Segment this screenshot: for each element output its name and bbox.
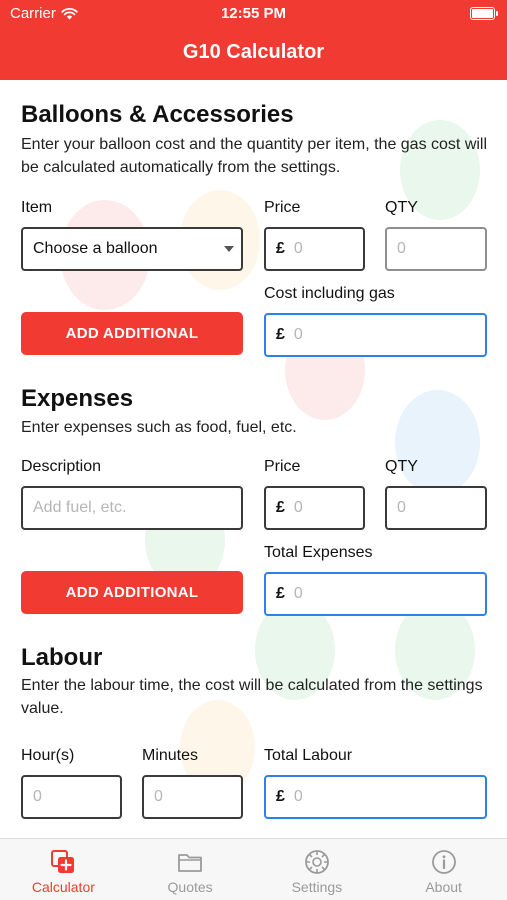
- total-expenses-placeholder: 0: [293, 585, 303, 602]
- calculator-icon: [51, 850, 75, 873]
- calculator-form[interactable]: Balloons & Accessories Enter your balloo…: [0, 80, 507, 838]
- labour-section-description: Enter the labour time, the cost will be …: [21, 677, 483, 717]
- labour-section-title: Labour: [21, 644, 103, 671]
- expenses-add-additional-button[interactable]: ADD ADDITIONAL: [21, 571, 243, 614]
- tab-quotes-label: Quotes: [167, 879, 213, 895]
- clock: 12:55 PM: [220, 5, 287, 22]
- hours-label: Hour(s): [21, 747, 75, 764]
- expense-qty-placeholder: 0: [397, 499, 406, 516]
- currency-symbol: £: [276, 788, 285, 805]
- balloons-section-description: Enter your balloon cost and the quantity…: [21, 136, 488, 176]
- balloon-price-input[interactable]: £ 0: [264, 227, 365, 271]
- status-bar: Carrier 12:55 PM: [0, 0, 507, 28]
- tab-quotes[interactable]: Quotes: [127, 839, 254, 900]
- tab-about-label: About: [425, 879, 462, 895]
- cost-including-gas-placeholder: 0: [293, 326, 303, 343]
- tab-bar: Calculator Quotes Settings About: [0, 838, 507, 900]
- minutes-label: Minutes: [142, 747, 199, 764]
- balloon-price-placeholder: 0: [293, 240, 303, 257]
- total-labour-placeholder: 0: [293, 788, 303, 805]
- currency-symbol: £: [276, 499, 285, 516]
- expense-description-label: Description: [21, 458, 102, 475]
- total-labour-field[interactable]: £ 0: [264, 775, 487, 819]
- tab-calculator-label: Calculator: [31, 879, 95, 895]
- expenses-section-description: Enter expenses such as food, fuel, etc.: [21, 419, 297, 436]
- expense-qty-input[interactable]: 0: [385, 486, 487, 530]
- page-title: G10 Calculator: [182, 41, 325, 63]
- cost-including-gas-label: Cost including gas: [264, 285, 395, 302]
- tab-settings[interactable]: Settings: [254, 839, 381, 900]
- balloon-qty-label: QTY: [385, 199, 418, 216]
- balloon-select-value: Choose a balloon: [33, 240, 158, 257]
- item-label: Item: [21, 199, 53, 216]
- tab-about[interactable]: About: [380, 839, 507, 900]
- expense-description-placeholder: Add fuel, etc.: [33, 499, 127, 516]
- tab-settings-label: Settings: [291, 879, 343, 895]
- minutes-placeholder: 0: [154, 788, 163, 805]
- expense-price-placeholder: 0: [293, 499, 303, 516]
- battery-icon: [470, 7, 498, 20]
- nav-bar: G10 Calculator: [0, 28, 507, 80]
- currency-symbol: £: [276, 240, 285, 257]
- balloon-qty-input[interactable]: 0: [385, 227, 487, 271]
- expense-qty-label: QTY: [385, 458, 418, 475]
- expense-description-input[interactable]: Add fuel, etc.: [21, 486, 243, 530]
- expense-price-label: Price: [264, 458, 301, 475]
- tab-calculator[interactable]: Calculator: [0, 839, 127, 900]
- total-labour-label: Total Labour: [264, 747, 353, 764]
- balloons-section-title: Balloons & Accessories: [21, 101, 294, 128]
- hours-placeholder: 0: [33, 788, 42, 805]
- balloons-add-additional-button[interactable]: ADD ADDITIONAL: [21, 312, 243, 355]
- balloon-price-label: Price: [264, 199, 301, 216]
- balloon-select[interactable]: Choose a balloon: [21, 227, 243, 271]
- dropdown-caret-icon: [224, 246, 234, 252]
- currency-symbol: £: [276, 585, 285, 602]
- background-balloon: [395, 390, 480, 495]
- total-expenses-label: Total Expenses: [264, 544, 373, 561]
- cost-including-gas-field[interactable]: £ 0: [264, 313, 487, 357]
- settings-icon: [304, 850, 329, 874]
- folder-icon: [178, 854, 203, 872]
- currency-symbol: £: [276, 326, 285, 343]
- minutes-input[interactable]: 0: [142, 775, 243, 819]
- expense-price-input[interactable]: £ 0: [264, 486, 365, 530]
- info-icon: [431, 850, 456, 874]
- total-expenses-field[interactable]: £ 0: [264, 572, 487, 616]
- hours-input[interactable]: 0: [21, 775, 122, 819]
- balloon-qty-placeholder: 0: [397, 240, 406, 257]
- expenses-section-title: Expenses: [21, 385, 134, 412]
